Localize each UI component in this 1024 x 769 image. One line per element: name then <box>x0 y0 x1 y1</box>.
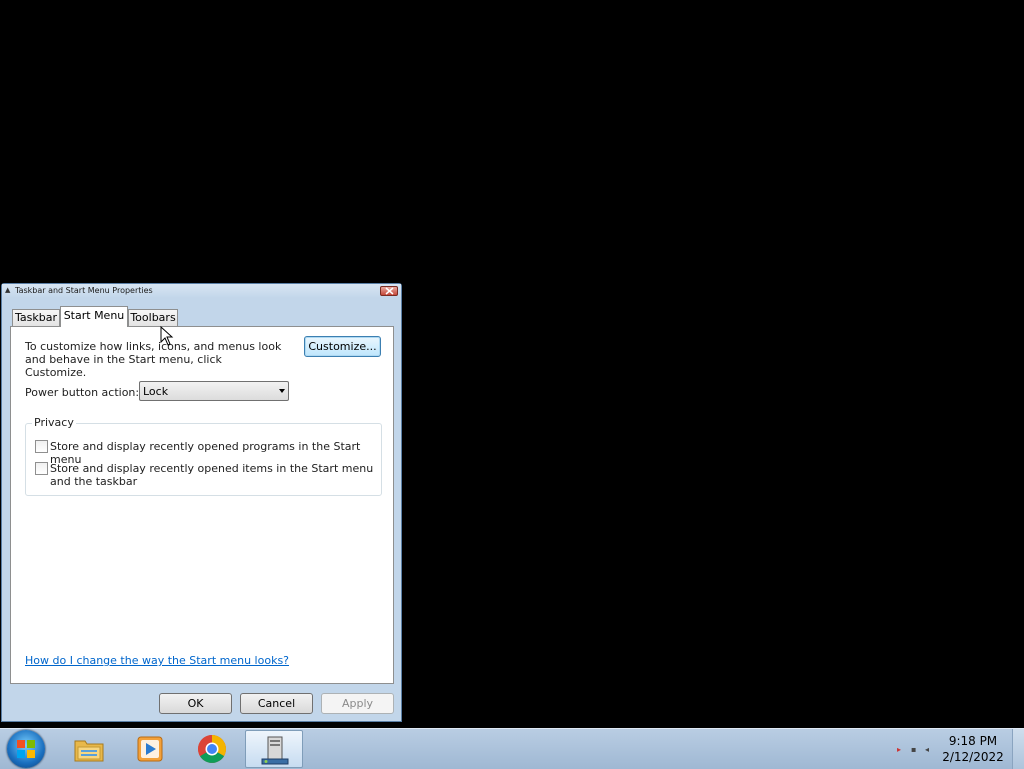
customize-description: To customize how links, icons, and menus… <box>25 340 282 379</box>
recent-items-checkbox[interactable] <box>35 462 48 475</box>
help-link[interactable]: How do I change the way the Start menu l… <box>25 654 289 667</box>
close-button[interactable] <box>380 286 398 296</box>
notification-area[interactable]: ▸ ▪ ◂ <box>895 745 935 755</box>
recent-items-label[interactable]: Store and display recently opened items … <box>50 462 376 488</box>
apply-button[interactable]: Apply <box>321 693 394 714</box>
mouse-cursor-icon <box>160 326 174 346</box>
close-icon <box>385 287 394 295</box>
power-button-select[interactable]: Lock <box>139 381 289 401</box>
taskbar-chrome[interactable] <box>183 730 241 768</box>
clock-time: 9:18 PM <box>948 734 998 748</box>
tray-flag-icon[interactable]: ▸ <box>897 745 901 754</box>
title-bar[interactable]: ▲ Taskbar and Start Menu Properties <box>2 284 401 298</box>
tab-start-menu[interactable]: Start Menu <box>60 306 128 327</box>
taskbar-properties-window[interactable] <box>245 730 303 768</box>
power-button-label: Power button action: <box>25 386 140 399</box>
tab-toolbars[interactable]: Toolbars <box>128 309 178 326</box>
tab-taskbar[interactable]: Taskbar <box>12 309 60 326</box>
folder-icon <box>74 740 104 762</box>
ok-button[interactable]: OK <box>159 693 232 714</box>
window-icon: ▲ <box>5 286 11 294</box>
start-button[interactable] <box>7 730 45 768</box>
tray-network-icon[interactable]: ▪ <box>911 745 916 754</box>
taskbar: ▸ ▪ ◂ 9:18 PM 2/12/2022 <box>0 728 1024 769</box>
chrome-icon <box>198 735 226 763</box>
window-title: Taskbar and Start Menu Properties <box>15 286 153 295</box>
taskbar-explorer[interactable] <box>60 730 118 768</box>
properties-dialog: ▲ Taskbar and Start Menu Properties Task… <box>1 283 402 722</box>
taskbar-media-player[interactable] <box>121 730 179 768</box>
recent-programs-checkbox[interactable] <box>35 440 48 453</box>
privacy-group-label: Privacy <box>32 416 76 429</box>
taskbar-properties-icon <box>261 736 289 765</box>
clock[interactable]: 9:18 PM 2/12/2022 <box>940 733 1006 765</box>
privacy-group: Privacy Store and display recently opene… <box>25 416 382 496</box>
customize-button[interactable]: Customize... <box>304 336 381 357</box>
dropdown-arrow-icon <box>279 389 285 393</box>
clock-date: 2/12/2022 <box>942 750 1004 764</box>
windows-logo-icon <box>17 740 35 758</box>
media-player-icon <box>137 736 163 762</box>
power-button-value: Lock <box>143 385 169 398</box>
show-desktop-button[interactable] <box>1012 729 1024 769</box>
start-menu-panel: To customize how links, icons, and menus… <box>10 326 394 684</box>
cancel-button[interactable]: Cancel <box>240 693 313 714</box>
tray-volume-icon[interactable]: ◂ <box>925 745 929 754</box>
